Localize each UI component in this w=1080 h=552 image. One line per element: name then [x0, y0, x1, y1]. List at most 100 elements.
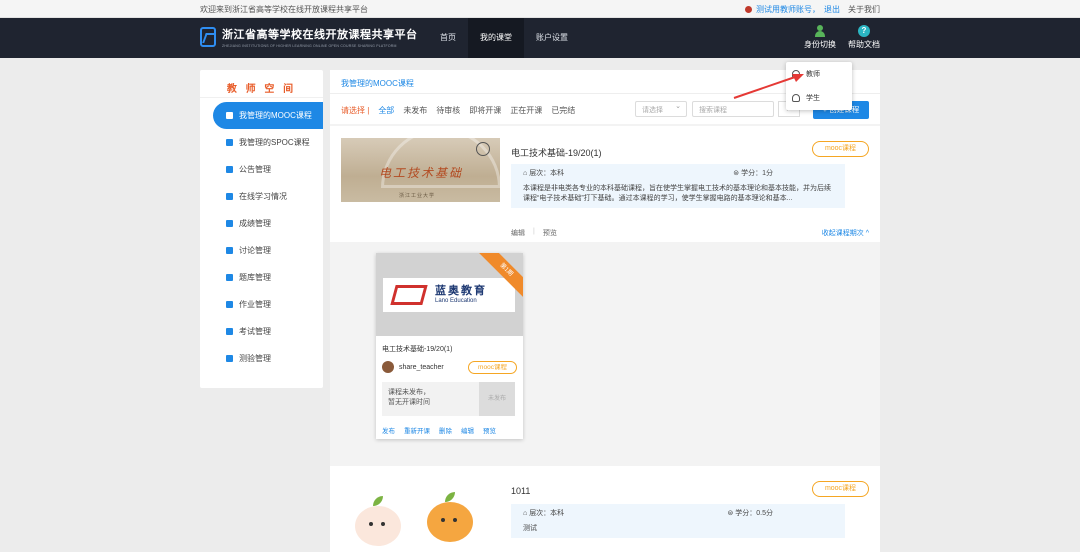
- term-select[interactable]: 请选择: [635, 101, 687, 117]
- book-icon: [226, 112, 233, 119]
- preview-link[interactable]: 预览: [483, 425, 496, 435]
- sidebar-item-grades[interactable]: 成绩管理: [200, 210, 323, 237]
- filter-all[interactable]: 全部: [378, 105, 394, 116]
- bell-icon: [226, 166, 233, 173]
- peach-character: [355, 496, 401, 546]
- sidebar-item-exams[interactable]: 考试管理: [200, 318, 323, 345]
- collapse-sessions-link[interactable]: 收起课程期次 ^: [822, 228, 869, 238]
- navbar: 浙江省高等学校在线开放课程共享平台 ZHEJIANG INSTITUTIONS …: [0, 18, 1080, 58]
- course-name[interactable]: 电工技术基础-19/20(1): [511, 146, 602, 159]
- course-item: 电工技术基础 浙江工业大学 电工技术基础-19/20(1) mooc课程 ⌂ 层…: [330, 126, 880, 242]
- eye: [453, 518, 457, 522]
- sidebar-item-label: 题库管理: [239, 273, 271, 282]
- sidebar-item-announcements[interactable]: 公告管理: [200, 156, 323, 183]
- divider: |: [533, 228, 535, 235]
- book-icon: [226, 139, 233, 146]
- course-info: ⌂ 层次：本科 ⊜ 学分：0.5分 测试: [511, 504, 845, 538]
- peach-character: [427, 492, 473, 542]
- eye: [441, 518, 445, 522]
- session-thumbnail[interactable]: 蓝奥教育 Lano Education 第1期: [376, 253, 523, 336]
- session-type-badge: mooc课程: [468, 361, 517, 374]
- sidebar-item-spoc[interactable]: 我管理的SPOC课程: [200, 129, 323, 156]
- filter-label: 请选择 |: [341, 106, 370, 115]
- switch-identity-button[interactable]: 身份切换: [804, 25, 836, 50]
- help-docs-button[interactable]: ? 帮助文档: [848, 25, 880, 50]
- filter-pending-review[interactable]: 待审核: [436, 105, 460, 116]
- filter-starting-soon[interactable]: 即将开课: [469, 105, 501, 116]
- filter-in-progress[interactable]: 正在开课: [510, 105, 542, 116]
- logo-title: 浙江省高等学校在线开放课程共享平台: [222, 29, 418, 41]
- session-status: 课程未发布， 暂无开课时间 未发布: [382, 382, 515, 416]
- edit-link[interactable]: 编辑: [461, 425, 474, 435]
- course-level-text: 层次：本科: [529, 170, 565, 177]
- edit-link[interactable]: 编辑: [511, 228, 525, 238]
- sidebar: 教 师 空 间 我管理的MOOC课程 我管理的SPOC课程 公告管理 在线学习情…: [200, 70, 323, 388]
- sidebar-item-label: 考试管理: [239, 327, 271, 336]
- thumbnail-title: 电工技术基础: [379, 166, 464, 180]
- breadcrumb[interactable]: 我管理的MOOC课程: [341, 78, 414, 89]
- sidebar-item-question-bank[interactable]: 题库管理: [200, 264, 323, 291]
- nav-my-classroom[interactable]: 我的课堂: [468, 18, 524, 58]
- nav-account-settings[interactable]: 账户设置: [524, 18, 580, 58]
- main-panel: 我管理的MOOC课程 请选择 | 全部 未发布 待审核 即将开课 正在开课 已完…: [330, 70, 880, 552]
- logo-subtitle: ZHEJIANG INSTITUTIONS OF HIGHER LEARNING…: [222, 44, 397, 48]
- teacher-name: share_teacher: [399, 363, 444, 371]
- university-seal: [476, 142, 490, 156]
- sidebar-item-label: 测验管理: [239, 354, 271, 363]
- session-teacher: share_teacher: [382, 361, 444, 373]
- publish-link[interactable]: 发布: [382, 425, 395, 435]
- course-actions: 编辑 | 预览: [511, 228, 557, 238]
- sidebar-item-label: 我管理的MOOC课程: [239, 111, 312, 120]
- help-icon: ?: [858, 25, 870, 37]
- eye: [369, 522, 373, 526]
- course-thumbnail[interactable]: [341, 478, 500, 546]
- sidebar-item-quizzes[interactable]: 测验管理: [200, 345, 323, 372]
- avatar: [382, 361, 394, 373]
- top-strip: 欢迎来到浙江省高等学校在线开放课程共享平台 测试用教师账号， 退出 关于我们: [0, 0, 1080, 18]
- help-docs-label: 帮助文档: [848, 40, 880, 49]
- brand-logo: 蓝奥教育 Lano Education: [383, 278, 515, 312]
- brand-mark-icon: [390, 285, 428, 305]
- sidebar-item-mooc[interactable]: 我管理的MOOC课程: [213, 102, 323, 129]
- sidebar-item-online-learning[interactable]: 在线学习情况: [200, 183, 323, 210]
- brand-name-cn: 蓝奥教育: [435, 285, 487, 297]
- sidebar-title: 教 师 空 间: [200, 70, 323, 98]
- sidebar-item-label: 作业管理: [239, 300, 271, 309]
- course-credit: ⊜ 学分：0.5分: [727, 510, 773, 517]
- logout-link[interactable]: 退出: [824, 4, 840, 15]
- course-thumbnail[interactable]: 电工技术基础 浙江工业大学: [341, 138, 500, 202]
- course-credit: ⊜ 学分：1分: [733, 170, 773, 177]
- preview-link[interactable]: 预览: [543, 228, 557, 238]
- course-level-text: 层次：本科: [529, 510, 565, 517]
- leaf-icon: [445, 492, 455, 502]
- search-input[interactable]: 搜索课程: [692, 101, 774, 117]
- unpublished-badge: 未发布: [479, 382, 515, 416]
- annotation-arrow: [733, 74, 804, 99]
- navbar-right: 身份切换 ? 帮助文档: [804, 25, 880, 50]
- person-icon: [814, 25, 826, 37]
- sidebar-item-homework[interactable]: 作业管理: [200, 291, 323, 318]
- restart-link[interactable]: 重新开课: [404, 425, 430, 435]
- session-card: 蓝奥教育 Lano Education 第1期 电工技术基础-19/20(1) …: [376, 253, 523, 439]
- course-level: ⌂ 层次：本科: [523, 170, 565, 177]
- course-item: 1011 mooc课程 ⌂ 层次：本科 ⊜ 学分：0.5分 测试: [330, 466, 880, 552]
- edit-icon: [226, 328, 233, 335]
- sidebar-item-label: 在线学习情况: [239, 192, 287, 201]
- nav-home[interactable]: 首页: [428, 18, 468, 58]
- top-strip-right: 测试用教师账号， 退出 关于我们: [745, 4, 880, 15]
- about-link[interactable]: 关于我们: [848, 4, 880, 15]
- sidebar-item-discussions[interactable]: 讨论管理: [200, 237, 323, 264]
- course-name[interactable]: 1011: [511, 486, 530, 496]
- delete-link[interactable]: 删除: [439, 425, 452, 435]
- course-level: ⌂ 层次：本科: [523, 510, 565, 517]
- platform-logo[interactable]: 浙江省高等学校在线开放课程共享平台 ZHEJIANG INSTITUTIONS …: [200, 26, 418, 48]
- filter-finished[interactable]: 已完结: [551, 105, 575, 116]
- session-title: 电工技术基础-19/20(1): [382, 346, 453, 353]
- chart-icon: [226, 220, 233, 227]
- filter-unpublished[interactable]: 未发布: [403, 105, 427, 116]
- chat-icon: [226, 247, 233, 254]
- status-filters: 请选择 | 全部 未发布 待审核 即将开课 正在开课 已完结: [341, 105, 575, 116]
- test-icon: [226, 355, 233, 362]
- account-link[interactable]: 测试用教师账号， 退出: [745, 4, 840, 15]
- eye: [381, 522, 385, 526]
